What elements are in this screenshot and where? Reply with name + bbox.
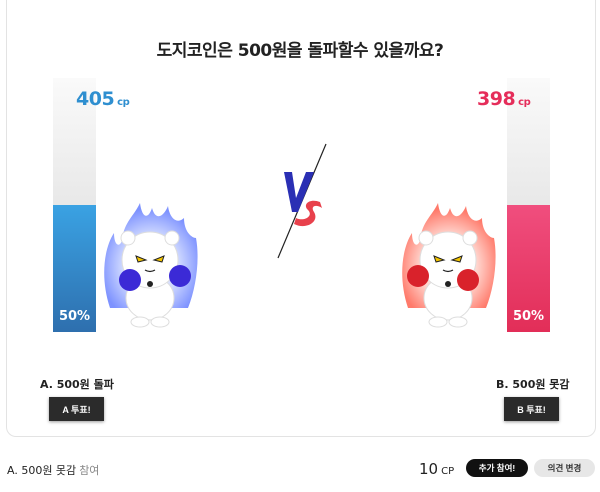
my-selection: A. 500원 못감 참여	[7, 462, 99, 478]
vote-a-button[interactable]: A 투표!	[49, 397, 104, 421]
add-vote-button[interactable]: 추가 참여!	[466, 459, 528, 477]
my-cp-value: 10	[419, 460, 439, 478]
gauge-a-percent: 50%	[58, 309, 91, 324]
vote-b-button[interactable]: B 투표!	[504, 397, 559, 421]
participation-status: 참여	[79, 464, 100, 477]
gauge-b: 50%	[507, 78, 550, 332]
my-cp-unit: CP	[441, 466, 455, 477]
change-opinion-button[interactable]: 의견 변경	[534, 459, 595, 477]
score-a-unit: cp	[117, 97, 130, 108]
score-b-value: 398	[477, 88, 516, 110]
option-a-label: A. 500원 돌파	[40, 378, 114, 391]
option-b-label: B. 500원 못감	[496, 378, 570, 391]
white-cat-red-gloves-icon	[402, 203, 496, 328]
my-selection-value: A. 500원 못감	[7, 464, 77, 477]
score-b: 398 cp	[477, 88, 531, 110]
my-cp: 10 CP	[419, 460, 454, 478]
score-a-value: 405	[76, 88, 115, 110]
score-b-unit: cp	[518, 97, 531, 108]
score-a: 405 cp	[76, 88, 130, 110]
vs-icon	[277, 143, 327, 259]
question-title: 도지코인은 500원을 돌파할수 있을까요?	[156, 41, 444, 61]
gauge-b-percent: 50%	[512, 309, 545, 324]
white-cat-blue-gloves-icon	[104, 203, 198, 328]
gauge-a: 50%	[53, 78, 96, 332]
